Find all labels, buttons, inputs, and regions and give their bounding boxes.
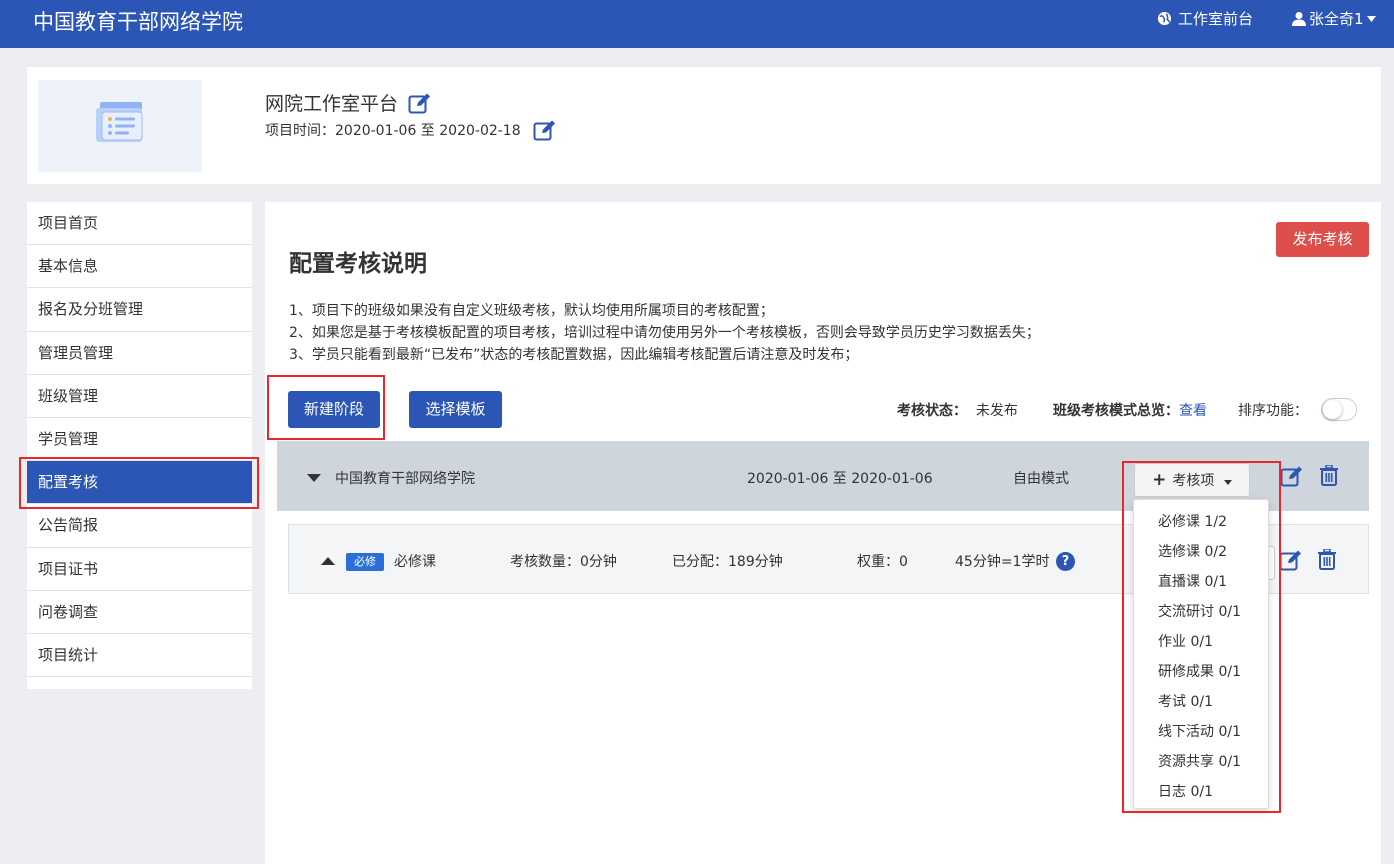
expand-course-icon[interactable] — [321, 557, 335, 565]
edit-stage-icon[interactable] — [1280, 465, 1304, 491]
studio-frontend-link[interactable]: 工作室前台 — [1157, 8, 1253, 29]
dropdown-item-journal[interactable]: 日志 0/1 — [1134, 777, 1268, 807]
project-time-range: 2020-01-06 至 2020-02-18 — [335, 123, 521, 139]
collapse-stage-icon[interactable] — [307, 474, 321, 482]
assessment-item-dropdown: 必修课 1/2 选修课 0/2 直播课 0/1 交流研讨 0/1 作业 0/1 … — [1133, 499, 1269, 809]
sidebar-item-home[interactable]: 项目首页 — [27, 202, 252, 246]
sidebar-item-admins[interactable]: 管理员管理 — [27, 332, 252, 375]
add-item-label: 考核项 — [1172, 473, 1215, 489]
required-tag: 必修 — [346, 553, 384, 571]
assessment-count: 考核数量：0分钟 — [510, 554, 617, 570]
dropdown-item-resource-sharing[interactable]: 资源共享 0/1 — [1134, 747, 1268, 777]
top-navbar: 中国教育干部网络学院 工作室前台 张全奇1 — [0, 0, 1394, 48]
assessment-status: 考核状态： 未发布 — [897, 400, 1018, 420]
course-name: 必修课 — [394, 554, 436, 570]
user-menu[interactable]: 张全奇1 — [1292, 8, 1376, 29]
sidebar-item-certificates[interactable]: 项目证书 — [27, 548, 252, 591]
edit-course-icon[interactable] — [1279, 549, 1303, 575]
delete-stage-icon[interactable] — [1320, 464, 1338, 490]
sidebar-item-enrollment[interactable]: 报名及分班管理 — [27, 288, 252, 332]
project-cover-image — [38, 80, 202, 172]
dropdown-item-exam[interactable]: 考试 0/1 — [1134, 687, 1268, 717]
dropdown-item-required-course[interactable]: 必修课 1/2 — [1134, 507, 1268, 537]
studio-frontend-label: 工作室前台 — [1178, 10, 1254, 28]
overview-label: 班级考核模式总览： — [1053, 403, 1179, 419]
stage-name: 中国教育干部网络学院 — [335, 471, 475, 487]
globe-icon — [1157, 11, 1172, 26]
sort-toggle[interactable] — [1321, 398, 1357, 421]
stage-mode: 自由模式 — [1013, 471, 1069, 487]
dropdown-item-live-course[interactable]: 直播课 0/1 — [1134, 567, 1268, 597]
status-label: 考核状态： — [897, 403, 967, 419]
dropdown-item-elective-course[interactable]: 选修课 0/2 — [1134, 537, 1268, 567]
assigned-minutes: 已分配：189分钟 — [672, 554, 783, 570]
sidebar-item-basic-info[interactable]: 基本信息 — [27, 245, 252, 289]
dropdown-item-research-results[interactable]: 研修成果 0/1 — [1134, 657, 1268, 687]
caret-down-icon — [1223, 465, 1232, 497]
sidebar-item-surveys[interactable]: 问卷调查 — [27, 591, 252, 634]
delete-course-icon[interactable] — [1318, 548, 1336, 574]
sidebar-item-statistics[interactable]: 项目统计 — [27, 634, 252, 678]
dropdown-item-discussion[interactable]: 交流研讨 0/1 — [1134, 597, 1268, 627]
help-icon[interactable]: ? — [1056, 552, 1075, 571]
sidebar-nav: 项目首页 基本信息 报名及分班管理 管理员管理 班级管理 学员管理 配置考核 公… — [27, 202, 252, 689]
page-title: 配置考核说明 — [289, 251, 427, 277]
publish-assessment-button[interactable]: 发布考核 — [1276, 222, 1369, 257]
new-stage-button[interactable]: 新建阶段 — [288, 391, 380, 428]
instruction-line: 3、学员只能看到最新“已发布”状态的考核配置数据，因此编辑考核配置后请注意及时发… — [289, 347, 859, 363]
edit-time-icon[interactable] — [533, 119, 557, 141]
sidebar-item-students[interactable]: 学员管理 — [27, 418, 252, 462]
user-name: 张全奇1 — [1309, 10, 1364, 28]
project-title-row: 网院工作室平台 — [265, 89, 432, 116]
instruction-line: 1、项目下的班级如果没有自定义班级考核，默认均使用所属项目的考核配置； — [289, 303, 774, 319]
project-time-label: 项目时间： — [265, 123, 335, 139]
sidebar-item-announcements[interactable]: 公告简报 — [27, 504, 252, 548]
sidebar-item-classes[interactable]: 班级管理 — [27, 375, 252, 418]
user-icon — [1292, 11, 1306, 26]
course-weight: 权重：0 — [857, 554, 908, 570]
sort-label: 排序功能： — [1238, 403, 1308, 419]
stage-date-range: 2020-01-06 至 2020-01-06 — [747, 471, 933, 487]
class-mode-overview: 班级考核模式总览：查看 — [1053, 400, 1207, 420]
status-value: 未发布 — [975, 403, 1018, 419]
dropdown-item-homework[interactable]: 作业 0/1 — [1134, 627, 1268, 657]
sidebar-item-assessment-config[interactable]: 配置考核 — [27, 461, 252, 505]
project-header: 网院工作室平台 项目时间：2020-01-06 至 2020-02-18 — [27, 67, 1381, 184]
credit-rule: 45分钟=1学时 — [955, 554, 1050, 570]
project-time-row: 项目时间：2020-01-06 至 2020-02-18 — [265, 119, 557, 141]
project-title: 网院工作室平台 — [265, 93, 399, 115]
instruction-line: 2、如果您是基于考核模板配置的项目考核，培训过程中请勿使用另外一个考核模板，否则… — [289, 325, 1040, 341]
site-brand[interactable]: 中国教育干部网络学院 — [33, 6, 243, 36]
plus-icon: + — [1152, 470, 1167, 490]
select-template-button[interactable]: 选择模板 — [409, 391, 502, 428]
edit-title-icon[interactable] — [408, 92, 432, 114]
instructions: 1、项目下的班级如果没有自定义班级考核，默认均使用所属项目的考核配置； 2、如果… — [289, 300, 1040, 366]
overview-view-link[interactable]: 查看 — [1179, 403, 1207, 419]
caret-down-icon — [1366, 15, 1376, 22]
dropdown-item-offline-activity[interactable]: 线下活动 0/1 — [1134, 717, 1268, 747]
add-assessment-item-button[interactable]: + 考核项 — [1134, 463, 1250, 497]
